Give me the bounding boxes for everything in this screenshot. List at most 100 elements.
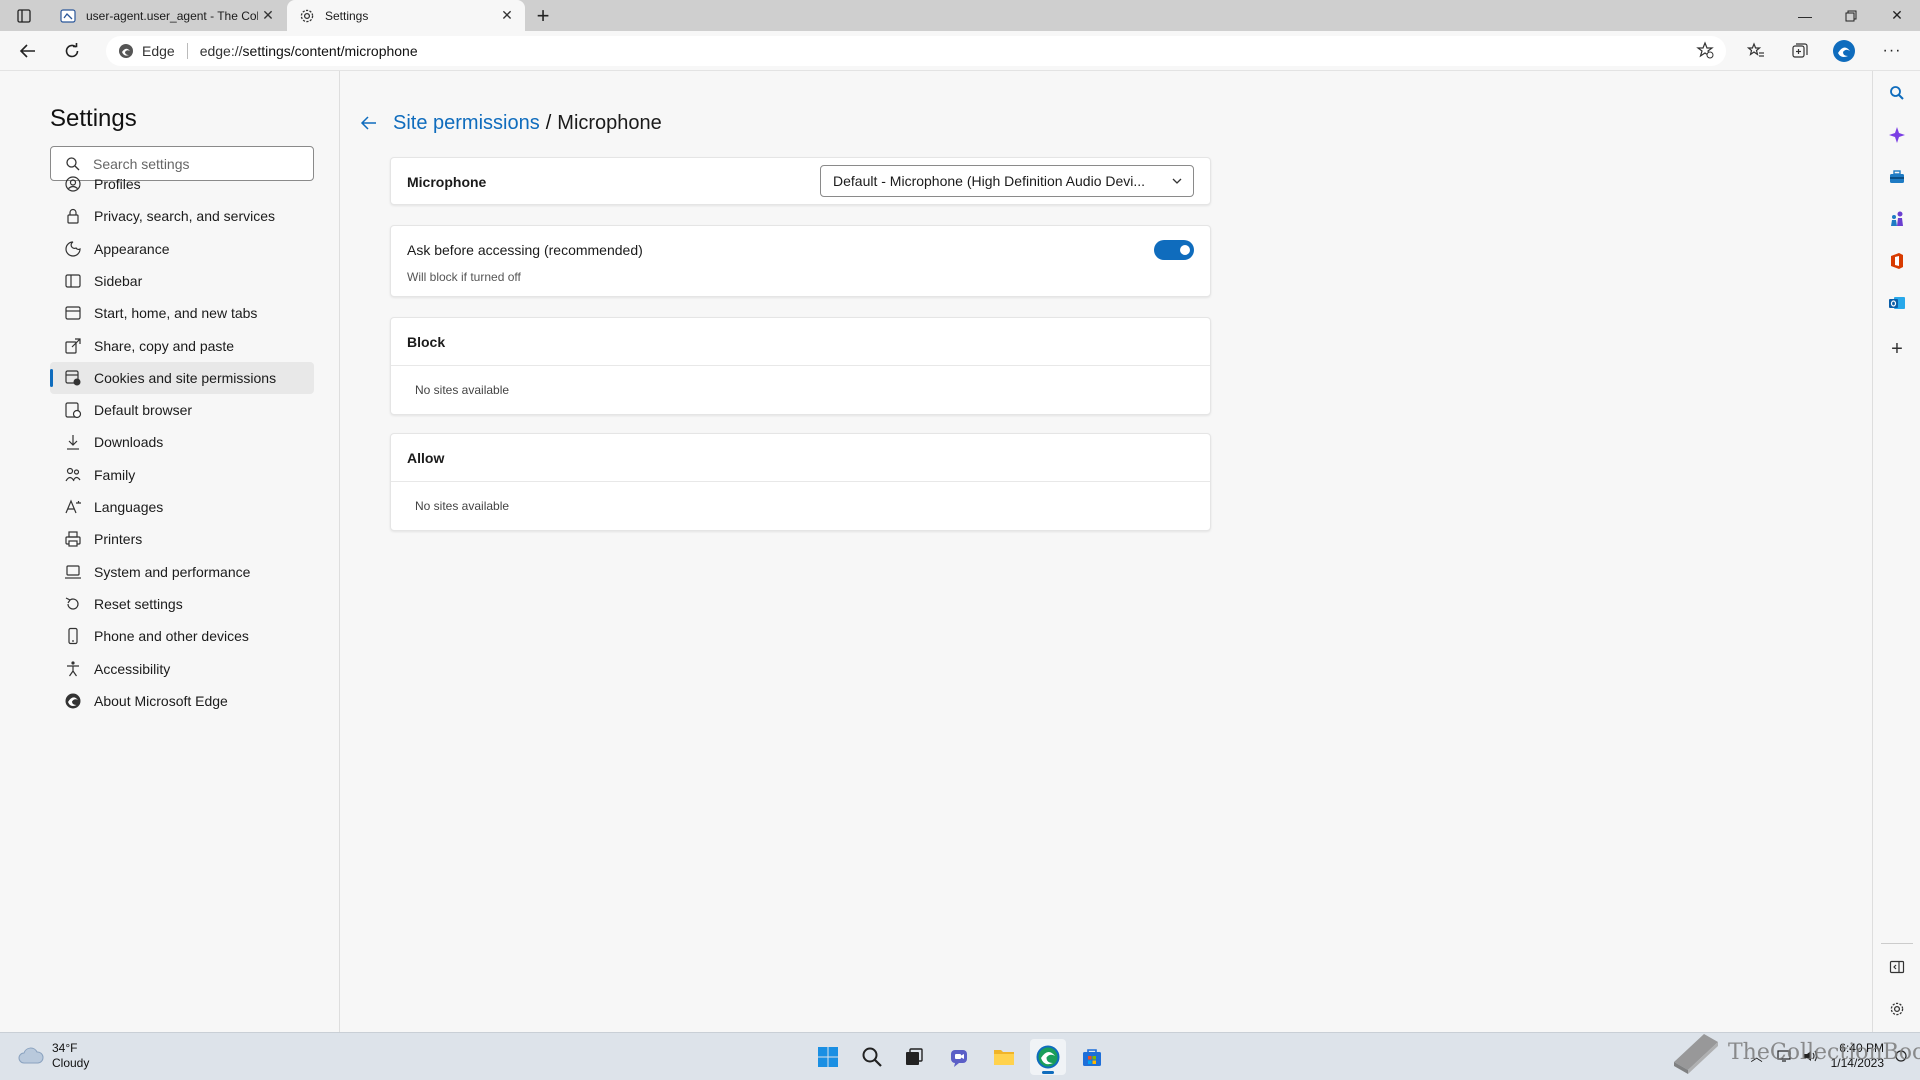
sidebar-outlook-button[interactable] <box>1881 287 1913 319</box>
close-window-button[interactable]: ✕ <box>1874 0 1920 31</box>
taskbar-search-button[interactable] <box>854 1039 890 1075</box>
minimize-button[interactable]: — <box>1782 0 1828 31</box>
default-browser-icon <box>64 401 82 419</box>
sidebar-add-button[interactable]: + <box>1881 333 1913 365</box>
sidebar-discover-button[interactable] <box>1881 119 1913 151</box>
microphone-device-card: Microphone Default - Microphone (High De… <box>390 157 1211 205</box>
sidebar-item-profiles[interactable]: Profiles <box>50 168 314 200</box>
appearance-icon <box>64 240 82 258</box>
sidebar-item-label: Reset settings <box>94 595 183 612</box>
sidebar-item-cookies-and-site-permissions[interactable]: Cookies and site permissions <box>50 361 314 394</box>
refresh-button[interactable] <box>56 36 88 66</box>
sidebar-item-printers[interactable]: Printers <box>50 523 314 555</box>
address-toolbar: Edge edge://settings/content/microphone … <box>0 31 1920 71</box>
sidebar-item-appearance[interactable]: Appearance <box>50 233 314 265</box>
ask-before-accessing-label: Ask before accessing (recommended) <box>407 242 643 258</box>
back-button[interactable] <box>12 36 44 66</box>
weather-temperature: 34°F <box>52 1041 78 1055</box>
store-icon <box>1083 1049 1101 1066</box>
add-favorite-button[interactable] <box>1696 40 1714 62</box>
sidebar-office-button[interactable] <box>1881 245 1913 277</box>
sidebar-item-system-and-performance[interactable]: System and performance <box>50 556 314 588</box>
back-to-site-permissions-button[interactable] <box>357 111 381 135</box>
printer-icon <box>64 530 82 548</box>
sidebar-item-downloads[interactable]: Downloads <box>50 426 314 458</box>
url-text[interactable]: edge://settings/content/microphone <box>200 43 418 59</box>
favorites-button[interactable] <box>1740 36 1772 66</box>
task-view-button[interactable] <box>896 1039 932 1075</box>
phone-icon <box>64 627 82 645</box>
sidebar-item-label: Appearance <box>94 240 170 257</box>
more-icon: ··· <box>1882 42 1902 59</box>
sidebar-collapse-icon <box>1889 960 1905 974</box>
profile-button[interactable] <box>1828 36 1860 66</box>
sidebar-item-label: Cookies and site permissions <box>94 369 277 386</box>
close-icon: ✕ <box>1891 7 1903 23</box>
chevron-down-icon <box>1161 175 1193 187</box>
sidebar-item-label: Privacy, search, and services <box>94 208 276 225</box>
sidebar-item-accessibility[interactable]: Accessibility <box>50 653 314 685</box>
close-tab-icon[interactable]: ✕ <box>258 6 278 26</box>
sidebar-item-label: Languages <box>94 499 164 515</box>
sidebar-settings-button[interactable] <box>1881 993 1913 1025</box>
sidebar-item-family[interactable]: Family <box>50 459 314 491</box>
outlook-icon <box>1889 297 1905 309</box>
task-view-icon <box>906 1048 923 1065</box>
star-add-icon <box>1696 40 1714 58</box>
sidebar-item-privacy-search-and-services[interactable]: Privacy, search, and services <box>50 200 314 232</box>
more-menu-button[interactable]: ··· <box>1876 36 1908 66</box>
close-tab-icon[interactable]: ✕ <box>497 6 517 26</box>
refresh-icon <box>65 43 79 58</box>
settings-content: Site permissions / Microphone Microphone… <box>341 71 1871 1032</box>
sidebar-games-button[interactable] <box>1881 203 1913 235</box>
sidebar-tools-button[interactable] <box>1881 161 1913 193</box>
edge-taskbar-button[interactable] <box>1030 1039 1066 1075</box>
breadcrumb-site-permissions-link[interactable]: Site permissions <box>393 112 540 135</box>
restore-button[interactable] <box>1828 0 1874 31</box>
block-list-card: Block No sites available <box>390 317 1211 415</box>
restore-icon <box>1845 10 1857 21</box>
languages-icon <box>64 498 82 516</box>
hide-sidebar-button[interactable] <box>1881 951 1913 983</box>
sidebar-item-sidebar[interactable]: Sidebar <box>50 265 314 297</box>
store-button[interactable] <box>1074 1039 1110 1075</box>
chat-icon <box>951 1050 967 1067</box>
url-path: settings/content/microphone <box>242 43 418 59</box>
laptop-icon <box>64 563 82 581</box>
sidebar-item-default-browser[interactable]: Default browser <box>50 394 314 426</box>
sidebar-item-reset-settings[interactable]: Reset settings <box>50 588 314 620</box>
search-icon <box>862 1047 882 1067</box>
ask-before-accessing-toggle[interactable] <box>1154 240 1194 260</box>
sidebar-item-label: Default browser <box>94 402 193 419</box>
tab-settings[interactable]: Settings ✕ <box>287 0 525 31</box>
site-identity[interactable]: Edge <box>106 43 175 59</box>
windows-taskbar: 34°F Cloudy ︿ 6:40 PM 1/14/2023 <box>0 1032 1920 1080</box>
file-explorer-button[interactable] <box>986 1039 1022 1075</box>
start-button[interactable] <box>810 1039 846 1075</box>
teams-chat-button[interactable] <box>942 1039 978 1075</box>
address-bar[interactable]: Edge edge://settings/content/microphone <box>106 36 1726 66</box>
url-prefix: edge:// <box>199 43 243 59</box>
sidebar-item-phone-and-other-devices[interactable]: Phone and other devices <box>50 620 314 652</box>
sidebar-item-label: Phone and other devices <box>94 628 249 645</box>
sidebar-item-languages[interactable]: Languages <box>50 491 314 523</box>
collections-button[interactable] <box>1784 36 1816 66</box>
windows-icon <box>818 1047 838 1067</box>
sidebar-item-share-copy-and-paste[interactable]: Share, copy and paste <box>50 330 314 362</box>
breadcrumb-separator: / <box>545 111 552 134</box>
settings-title: Settings <box>50 105 137 132</box>
new-tab-button[interactable]: + <box>530 3 556 28</box>
sparkle-icon <box>1889 127 1905 143</box>
weather-widget[interactable]: 34°F Cloudy <box>18 1041 89 1071</box>
microphone-device-select[interactable]: Default - Microphone (High Definition Au… <box>820 165 1194 197</box>
office-icon <box>1891 253 1903 269</box>
reset-icon <box>64 595 82 613</box>
sidebar-search-button[interactable] <box>1881 77 1913 109</box>
collections-icon <box>1792 43 1808 58</box>
sidebar-item-start-home-and-new-tabs[interactable]: Start, home, and new tabs <box>50 297 314 329</box>
sidebar-item-label: Profiles <box>94 176 141 192</box>
tab-actions-button[interactable] <box>12 6 36 26</box>
sidebar-item-about-microsoft-edge[interactable]: About Microsoft Edge <box>50 685 314 717</box>
tab-user-agent[interactable]: user-agent.user_agent - The Coll ✕ <box>48 0 286 31</box>
tab-title: user-agent.user_agent - The Coll <box>86 8 258 23</box>
